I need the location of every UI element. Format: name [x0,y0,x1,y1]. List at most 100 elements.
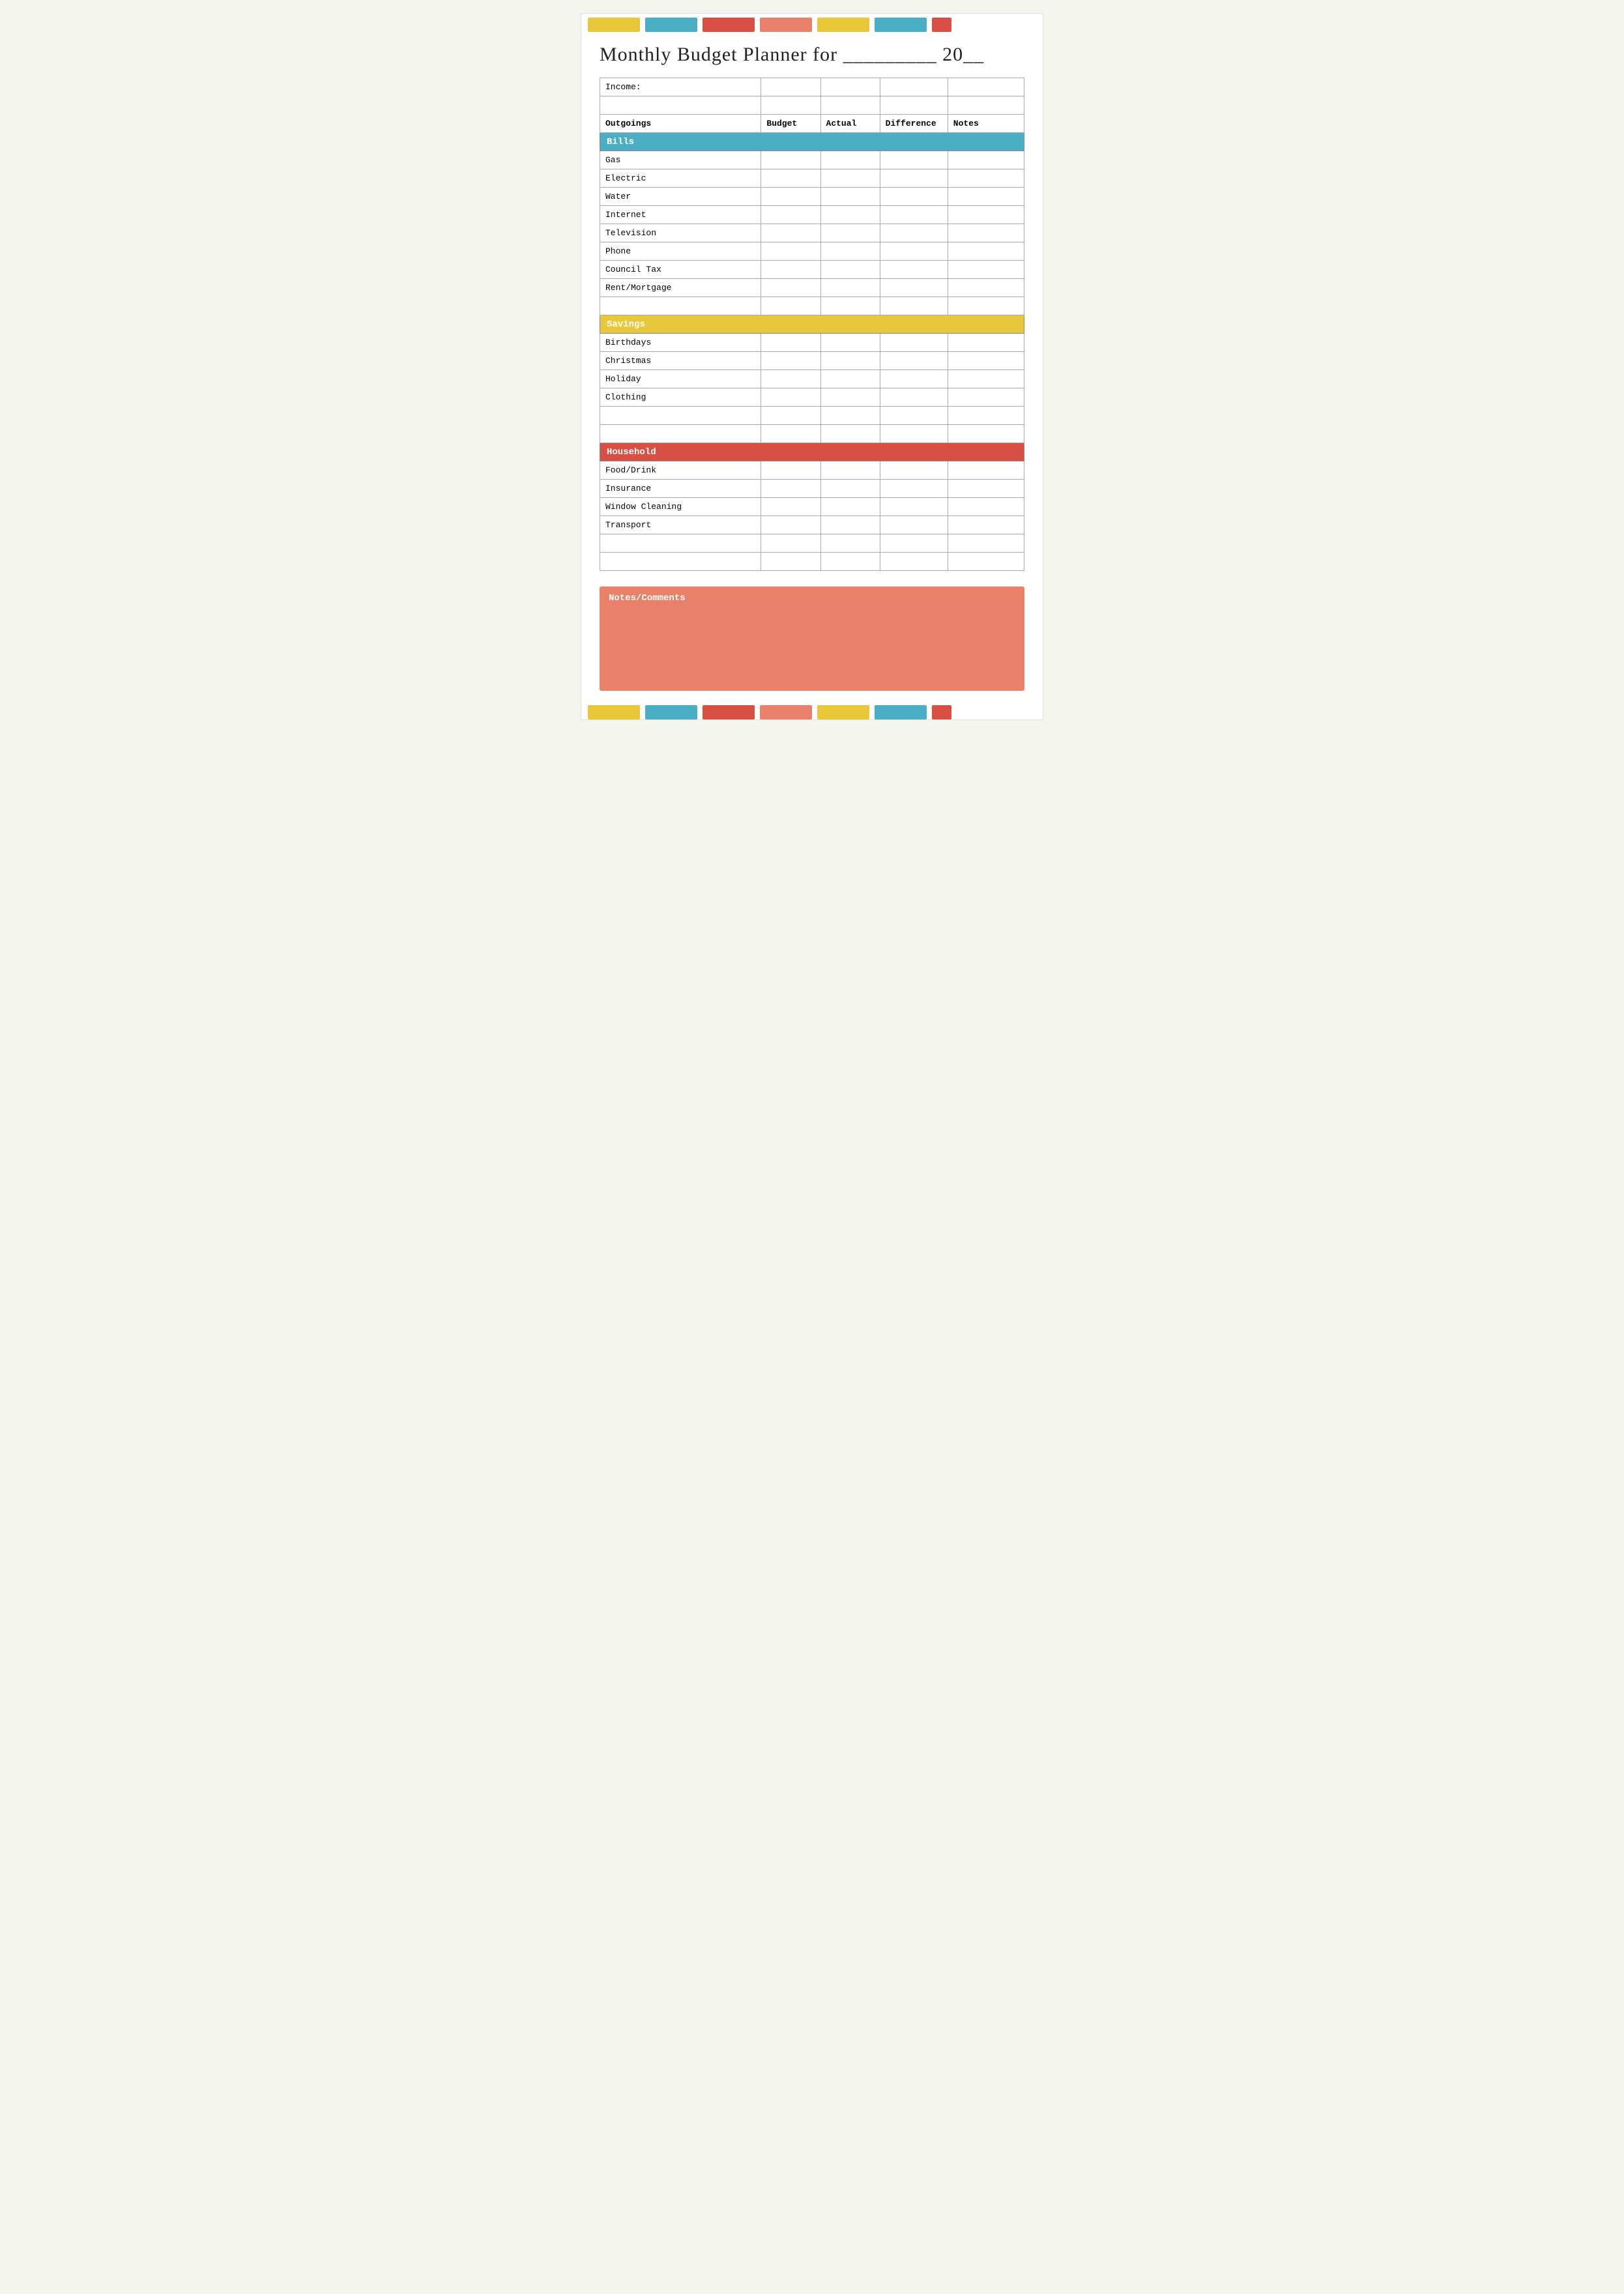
row-cell[interactable] [761,498,820,516]
row-cell[interactable] [761,461,820,480]
row-cell[interactable] [880,297,948,315]
row-cell[interactable] [948,242,1024,261]
row-cell[interactable] [761,534,820,553]
row-cell[interactable] [820,425,880,443]
row-cell[interactable] [761,206,820,224]
row-cell[interactable] [880,352,948,370]
row-cell[interactable] [948,188,1024,206]
row-cell[interactable] [948,553,1024,571]
row-cell[interactable] [820,334,880,352]
row-cell[interactable] [880,261,948,279]
row-cell[interactable] [948,169,1024,188]
row-cell[interactable] [820,553,880,571]
row-cell[interactable] [761,516,820,534]
income-actual[interactable] [820,78,880,96]
income-budget[interactable] [761,78,820,96]
income-diff[interactable] [880,78,948,96]
row-label: Insurance [600,480,761,498]
col-outgoings-header: Outgoings [600,115,761,133]
row-cell[interactable] [880,388,948,407]
row-cell[interactable] [948,334,1024,352]
row-cell[interactable] [820,407,880,425]
row-cell[interactable] [880,188,948,206]
row-cell[interactable] [761,169,820,188]
row-cell[interactable] [948,297,1024,315]
row-cell[interactable] [880,461,948,480]
row-label: Clothing [600,388,761,407]
color-block [588,18,640,32]
title-area: Monthly Budget Planner for _________ 20_… [581,32,1043,72]
row-cell[interactable] [820,480,880,498]
row-cell[interactable] [820,279,880,297]
row-cell[interactable] [820,388,880,407]
row-cell[interactable] [820,534,880,553]
row-cell[interactable] [761,480,820,498]
row-cell[interactable] [820,242,880,261]
row-cell[interactable] [820,297,880,315]
row-cell[interactable] [948,480,1024,498]
row-cell[interactable] [820,498,880,516]
row-cell[interactable] [948,206,1024,224]
row-cell[interactable] [880,534,948,553]
row-cell[interactable] [880,279,948,297]
row-cell[interactable] [820,352,880,370]
row-cell[interactable] [761,407,820,425]
row-cell[interactable] [761,425,820,443]
row-cell[interactable] [880,334,948,352]
row-cell[interactable] [880,151,948,169]
row-cell[interactable] [761,151,820,169]
row-cell[interactable] [880,206,948,224]
row-cell[interactable] [761,279,820,297]
row-cell[interactable] [761,297,820,315]
row-cell[interactable] [880,425,948,443]
table-row: Council Tax [600,261,1024,279]
row-cell[interactable] [761,352,820,370]
row-cell[interactable] [948,461,1024,480]
row-cell[interactable] [948,534,1024,553]
row-cell[interactable] [820,370,880,388]
row-cell[interactable] [761,388,820,407]
row-cell[interactable] [948,224,1024,242]
row-cell[interactable] [948,352,1024,370]
row-cell[interactable] [880,370,948,388]
income-notes[interactable] [948,78,1024,96]
row-cell[interactable] [761,370,820,388]
row-cell[interactable] [948,261,1024,279]
row-cell[interactable] [948,498,1024,516]
row-cell[interactable] [880,407,948,425]
row-cell[interactable] [948,388,1024,407]
row-cell[interactable] [948,370,1024,388]
row-cell[interactable] [761,334,820,352]
row-cell[interactable] [761,261,820,279]
row-cell[interactable] [820,224,880,242]
color-block [645,18,697,32]
row-cell[interactable] [820,206,880,224]
row-cell[interactable] [880,553,948,571]
row-cell[interactable] [948,407,1024,425]
row-cell[interactable] [820,188,880,206]
color-block [817,705,869,719]
row-cell[interactable] [820,169,880,188]
income-label: Income: [600,78,761,96]
row-cell[interactable] [761,224,820,242]
color-block [932,18,951,32]
row-cell[interactable] [820,151,880,169]
row-cell[interactable] [880,498,948,516]
color-block [760,18,812,32]
row-cell[interactable] [820,261,880,279]
row-cell[interactable] [948,425,1024,443]
row-cell[interactable] [948,279,1024,297]
row-cell[interactable] [820,516,880,534]
notes-comments-section[interactable]: Notes/Comments [600,587,1024,691]
row-cell[interactable] [880,480,948,498]
row-cell[interactable] [761,188,820,206]
row-cell[interactable] [820,461,880,480]
row-cell[interactable] [880,169,948,188]
row-cell[interactable] [880,224,948,242]
row-cell[interactable] [880,242,948,261]
row-cell[interactable] [880,516,948,534]
row-cell[interactable] [761,242,820,261]
row-cell[interactable] [948,516,1024,534]
row-cell[interactable] [761,553,820,571]
row-cell[interactable] [948,151,1024,169]
